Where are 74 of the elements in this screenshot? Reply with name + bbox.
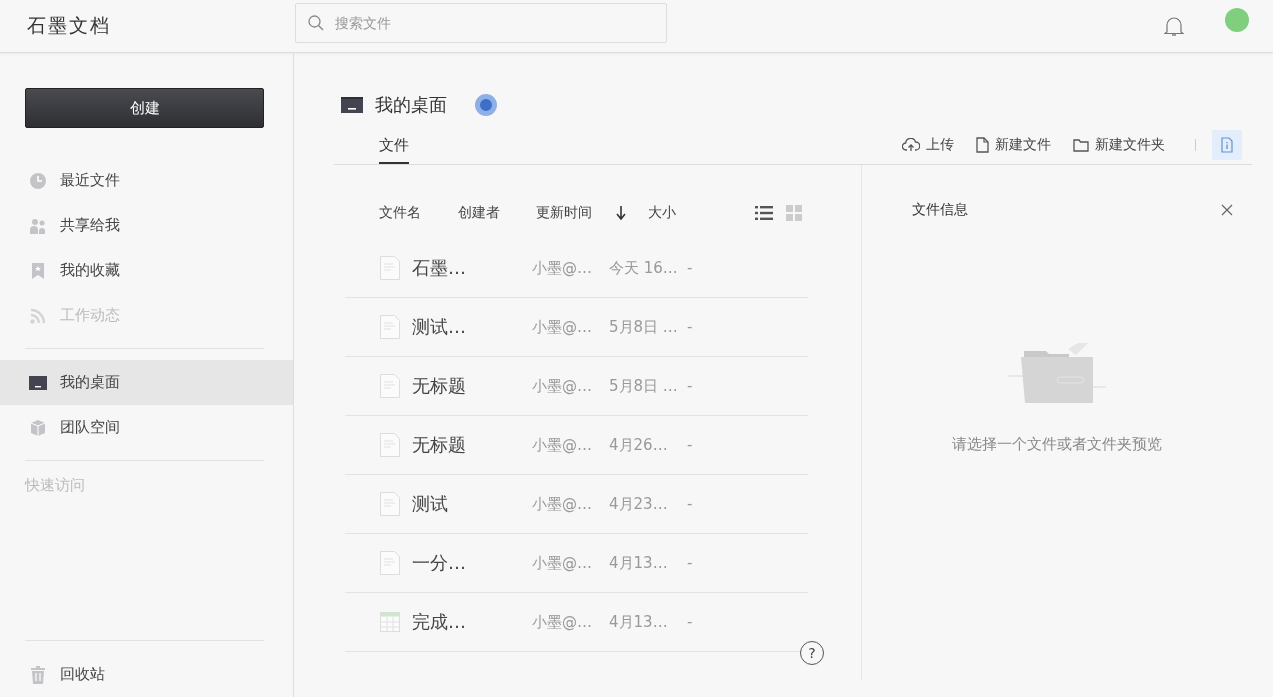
column-header[interactable]: 大小 — [648, 204, 676, 222]
creator-cell-text: 小墨@… — [532, 258, 593, 278]
cloud-upload-icon — [902, 138, 920, 152]
folder-icon — [1073, 138, 1089, 152]
cube-icon — [29, 418, 47, 437]
spreadsheet-icon — [380, 612, 400, 632]
size-cell: - — [687, 318, 693, 336]
column-header[interactable]: 文件名 — [379, 204, 458, 222]
column-header[interactable]: 更新时间 — [536, 204, 616, 222]
sidebar-item[interactable]: 我的桌面 — [0, 360, 293, 405]
size-cell: - — [687, 495, 693, 513]
sidebar-item[interactable]: 团队空间 — [0, 405, 293, 450]
create-button[interactable]: 创建 — [25, 88, 264, 128]
size-cell: - — [687, 259, 693, 277]
size-cell: - — [687, 377, 693, 395]
toolbar-button[interactable]: 新建文件 — [976, 136, 1051, 154]
file-name[interactable]: 无标题 — [412, 374, 532, 398]
info-icon — [1221, 137, 1233, 153]
quick-access-label: 快速访问 — [23, 476, 86, 495]
updated-time-cell-text: 4月23… — [609, 494, 669, 514]
creator-cell-text: 小墨@… — [532, 376, 593, 396]
rss-icon — [29, 306, 47, 325]
bookmark-icon — [29, 261, 47, 280]
creator-cell-text: 小墨@… — [532, 612, 593, 632]
document-icon — [380, 551, 400, 575]
sidebar-item[interactable]: 最近文件 — [0, 158, 293, 203]
toolbar-button[interactable]: 上传 — [902, 136, 954, 154]
sidebar-item[interactable]: 回收站 — [0, 652, 293, 697]
file-name[interactable]: 一分… — [412, 551, 532, 575]
people-icon — [29, 216, 47, 235]
page-title: 我的桌面 — [375, 93, 447, 117]
file-name[interactable]: 完成… — [412, 610, 532, 634]
desktop-icon — [341, 96, 363, 114]
creator-cell-text: 小墨@… — [532, 435, 593, 455]
desktop-icon — [29, 373, 47, 392]
document-icon — [380, 492, 400, 516]
file-icon — [976, 137, 989, 153]
files-tab[interactable]: 文件 — [379, 126, 409, 164]
list-view-icon[interactable] — [755, 205, 773, 221]
toolbar-button[interactable]: 新建文件夹 — [1073, 136, 1165, 154]
updated-time-cell-text: 4月26… — [609, 435, 669, 455]
notification-bell-icon[interactable] — [1164, 15, 1184, 37]
file-name[interactable]: 测试… — [412, 315, 532, 339]
trash-icon — [29, 665, 47, 684]
creator-cell-text: 小墨@… — [532, 494, 593, 514]
app-logo: 石墨文档 — [27, 13, 112, 38]
creator-cell-text: 小墨@… — [532, 553, 593, 573]
creator-cell-text: 小墨@… — [532, 317, 593, 337]
document-icon — [380, 433, 400, 457]
document-icon — [380, 315, 400, 339]
updated-time-cell-text: 今天 16… — [609, 258, 679, 278]
document-icon — [380, 256, 400, 280]
help-button[interactable]: ? — [800, 641, 824, 665]
clock-icon — [29, 171, 47, 190]
file-name[interactable]: 无标题 — [412, 433, 532, 457]
file-name[interactable]: 石墨… — [412, 256, 532, 280]
updated-time-cell-text: 4月13… — [609, 612, 669, 632]
size-cell: - — [687, 613, 693, 631]
sidebar-item[interactable]: 我的收藏 — [0, 248, 293, 293]
sidebar-item[interactable]: 共享给我 — [0, 203, 293, 248]
panel-title: 文件信息 — [912, 201, 968, 219]
updated-time-cell-text: 5月8日 … — [609, 317, 679, 337]
size-cell: - — [687, 436, 693, 454]
updated-time-cell-text: 5月8日 … — [609, 376, 679, 396]
file-name[interactable]: 测试 — [412, 492, 532, 516]
size-cell: - — [687, 554, 693, 572]
close-icon[interactable] — [1221, 204, 1233, 216]
search-field[interactable]: 搜索文件 — [295, 3, 667, 43]
empty-message: 请选择一个文件或者文件夹预览 — [952, 435, 1162, 454]
updated-time-cell-text: 4月13… — [609, 553, 669, 573]
sort-down-arrow-icon[interactable] — [616, 206, 626, 220]
status-dot-icon — [475, 94, 497, 116]
column-header[interactable]: 创建者 — [458, 204, 536, 222]
document-icon — [380, 374, 400, 398]
